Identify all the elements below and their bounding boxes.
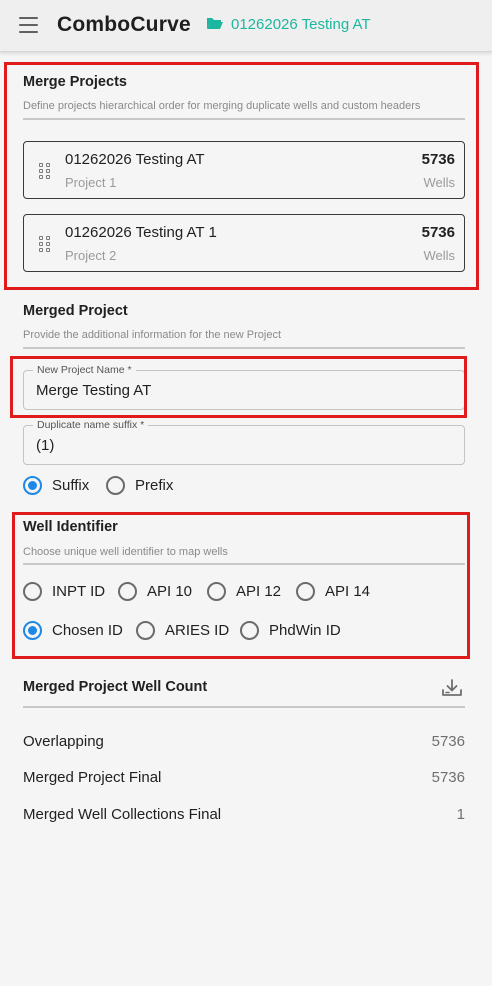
project-well-count: 5736	[421, 151, 455, 168]
stat-label-merged-well-collections-final: Merged Well Collections Final	[23, 806, 222, 823]
radio-suffix[interactable]: Suffix	[23, 474, 89, 496]
radio-label: ARIES ID	[165, 621, 230, 639]
radio-checked-icon	[23, 475, 42, 495]
divider	[23, 706, 465, 708]
radio-unchecked-icon	[240, 620, 259, 640]
divider	[23, 347, 465, 349]
radio-label: API 14	[325, 582, 371, 600]
new-project-name-input[interactable]	[36, 382, 446, 399]
radio-aries-id[interactable]: ARIES ID	[136, 619, 229, 641]
well-identifier-description: Choose unique well identifier to map wel…	[23, 546, 228, 558]
radio-label: Suffix	[52, 476, 90, 494]
project-card[interactable]: 01262026 Testing AT 1 Project 2 5736 Wel…	[23, 214, 465, 272]
duplicate-suffix-label: Duplicate name suffix *	[33, 419, 149, 431]
radio-phdwin-id[interactable]: PhdWin ID	[240, 619, 341, 641]
radio-label: PhdWin ID	[269, 621, 341, 639]
divider	[23, 118, 465, 120]
radio-unchecked-icon	[136, 620, 155, 640]
stat-value-merged-well-collections-final: 1	[456, 806, 465, 823]
merge-projects-description: Define projects hierarchical order for m…	[23, 100, 421, 112]
radio-api-14[interactable]: API 14	[296, 580, 370, 602]
brand-logo[interactable]: ComboCurve	[57, 13, 191, 37]
duplicate-suffix-input[interactable]	[36, 437, 446, 454]
merge-projects-title: Merge Projects	[23, 74, 127, 90]
radio-unchecked-icon	[106, 475, 125, 495]
current-project-link[interactable]: 01262026 Testing AT	[231, 16, 371, 33]
radio-inpt-id[interactable]: INPT ID	[23, 580, 105, 602]
radio-api-12[interactable]: API 12	[207, 580, 281, 602]
well-count-title: Merged Project Well Count	[23, 679, 208, 695]
radio-label: Prefix	[135, 476, 174, 494]
merged-project-title: Merged Project	[23, 303, 128, 319]
radio-unchecked-icon	[23, 581, 42, 601]
project-well-count: 5736	[421, 224, 455, 241]
project-order: Project 2	[65, 248, 117, 263]
radio-chosen-id[interactable]: Chosen ID	[23, 619, 123, 641]
well-identifier-title: Well Identifier	[23, 519, 118, 535]
radio-checked-icon	[23, 620, 42, 640]
folder-open-icon	[207, 18, 223, 29]
new-project-name-field: New Project Name *	[23, 364, 465, 410]
drag-handle-icon[interactable]	[39, 163, 51, 179]
merged-project-description: Provide the additional information for t…	[23, 329, 282, 341]
radio-prefix[interactable]: Prefix	[106, 474, 173, 496]
project-name: 01262026 Testing AT 1	[65, 224, 217, 241]
stat-label-overlapping: Overlapping	[23, 733, 104, 750]
project-card[interactable]: 01262026 Testing AT Project 1 5736 Wells	[23, 141, 465, 199]
radio-label: INPT ID	[52, 582, 106, 600]
radio-unchecked-icon	[118, 581, 137, 601]
download-icon[interactable]	[441, 678, 463, 698]
menu-icon[interactable]	[19, 17, 38, 33]
top-bar: ComboCurve 01262026 Testing AT	[0, 0, 492, 52]
radio-unchecked-icon	[207, 581, 226, 601]
radio-label: Chosen ID	[52, 621, 123, 639]
stat-value-overlapping: 5736	[431, 733, 465, 750]
duplicate-suffix-field: Duplicate name suffix *	[23, 419, 465, 465]
project-well-unit: Wells	[423, 175, 455, 190]
radio-api-10[interactable]: API 10	[118, 580, 192, 602]
project-name: 01262026 Testing AT	[65, 151, 205, 168]
stat-label-merged-project-final: Merged Project Final	[23, 769, 162, 786]
radio-label: API 12	[236, 582, 282, 600]
new-project-name-label: New Project Name *	[33, 364, 136, 376]
stat-value-merged-project-final: 5736	[431, 769, 465, 786]
radio-label: API 10	[147, 582, 193, 600]
project-well-unit: Wells	[423, 248, 455, 263]
radio-unchecked-icon	[296, 581, 315, 601]
project-order: Project 1	[65, 175, 117, 190]
drag-handle-icon[interactable]	[39, 236, 51, 252]
divider	[23, 563, 465, 565]
